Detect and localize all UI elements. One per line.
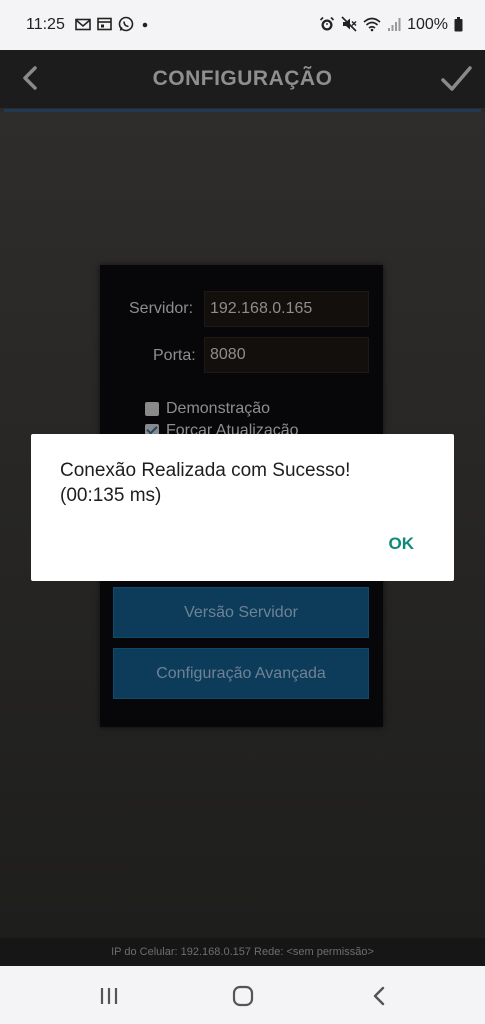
- server-version-button[interactable]: Versão Servidor: [113, 587, 369, 638]
- dialog-message: Conexão Realizada com Sucesso! (00:135 m…: [60, 458, 430, 508]
- ip-info-bar: IP do Celular: 192.168.0.157 Rede: <sem …: [0, 938, 485, 966]
- status-bar-right: 100%: [319, 16, 463, 34]
- server-value: 192.168.0.165: [210, 300, 313, 317]
- battery-icon: [454, 16, 463, 34]
- connection-dialog: Conexão Realizada com Sucesso! (00:135 m…: [31, 434, 454, 581]
- whatsapp-icon: [118, 16, 134, 34]
- gmail-icon: [75, 18, 91, 33]
- dot-icon: [140, 18, 150, 32]
- advanced-config-label: Configuração Avançada: [156, 664, 326, 682]
- check-icon[interactable]: [439, 62, 473, 96]
- port-value: 8080: [210, 346, 246, 363]
- demo-label: Demonstração: [166, 400, 271, 417]
- server-input[interactable]: 192.168.0.165: [204, 291, 369, 327]
- advanced-config-button[interactable]: Configuração Avançada: [113, 648, 369, 699]
- back-icon[interactable]: [367, 983, 393, 1009]
- page-title: CONFIGURAÇÃO: [152, 67, 333, 90]
- server-version-label: Versão Servidor: [184, 603, 298, 621]
- clock: 11:25: [26, 16, 65, 33]
- signal-icon: [387, 17, 401, 34]
- dialog-message-line2: (00:135 ms): [60, 485, 162, 506]
- ok-button[interactable]: OK: [389, 534, 415, 554]
- system-nav-bar: [0, 966, 485, 1024]
- calendar-icon: [97, 17, 112, 33]
- demo-checkbox[interactable]: [145, 402, 159, 416]
- home-icon[interactable]: [230, 983, 256, 1009]
- app-header: CONFIGURAÇÃO: [0, 50, 485, 108]
- demo-checkbox-row[interactable]: Demonstração: [145, 400, 270, 418]
- status-bar: 11:25 100%: [0, 0, 485, 50]
- recents-icon[interactable]: [96, 983, 122, 1009]
- server-label: Servidor:: [129, 300, 194, 317]
- dialog-message-line1: Conexão Realizada com Sucesso!: [60, 460, 351, 481]
- status-bar-left: 11:25: [26, 16, 150, 34]
- battery-percent: 100%: [407, 16, 448, 33]
- mute-icon: [341, 16, 357, 34]
- ip-info-text: IP do Celular: 192.168.0.157 Rede: <sem …: [111, 946, 374, 958]
- port-input[interactable]: 8080: [204, 337, 369, 373]
- chevron-left-icon[interactable]: [16, 62, 48, 94]
- port-label: Porta:: [153, 347, 196, 364]
- alarm-icon: [319, 16, 335, 34]
- wifi-icon: [363, 17, 381, 34]
